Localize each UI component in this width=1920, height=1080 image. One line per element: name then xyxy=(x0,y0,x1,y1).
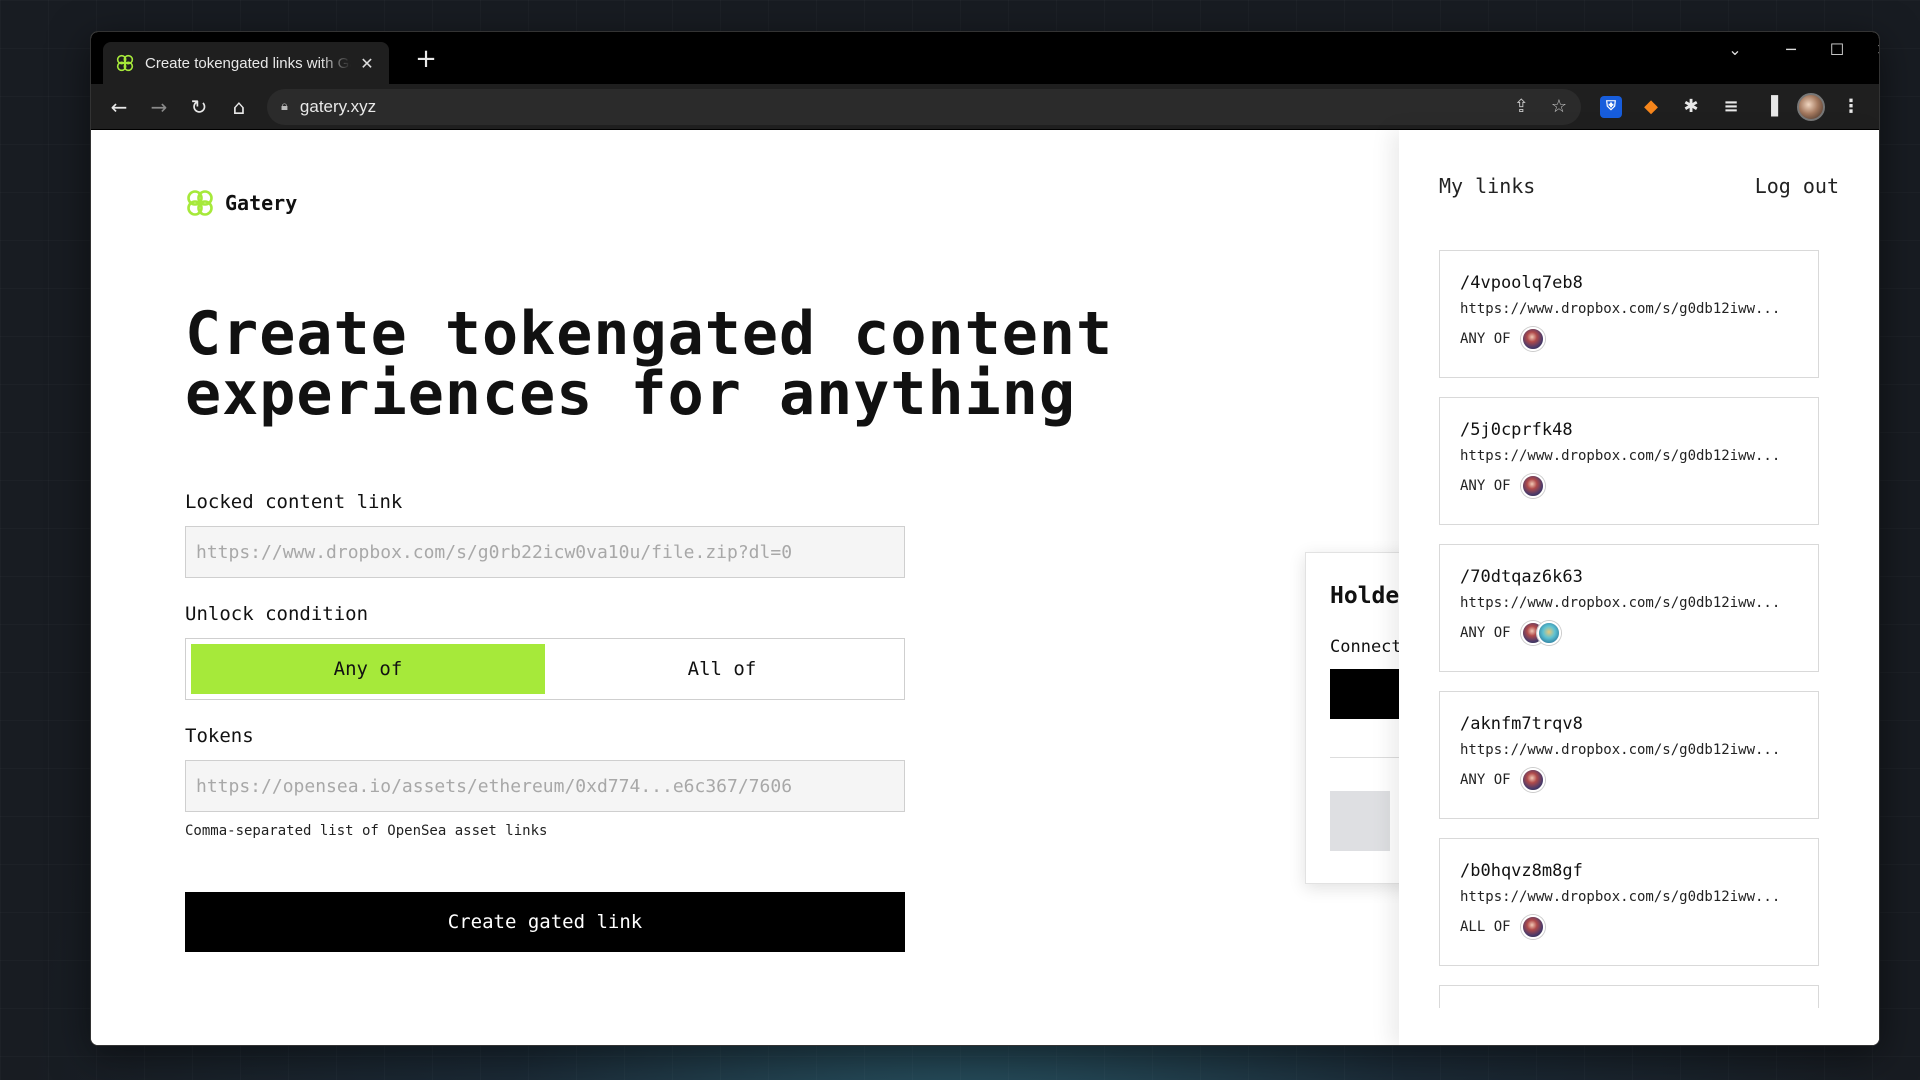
gatery-logo[interactable]: Gatery xyxy=(185,188,297,218)
link-slug: /b0hqvz8m8gf xyxy=(1460,861,1583,881)
link-slug: /70dtqaz6k63 xyxy=(1460,567,1583,587)
forward-arrow-icon[interactable]: → xyxy=(139,89,179,125)
condition-label: ANY OF xyxy=(1460,625,1511,641)
unlock-condition-label: Unlock condition xyxy=(185,603,369,625)
link-card-partial[interactable] xyxy=(1439,985,1819,1008)
token-avatar xyxy=(1520,768,1545,792)
tab-bar: Create tokengated links with Gatery ✕ + … xyxy=(91,32,1879,84)
condition-label: ANY OF xyxy=(1460,478,1511,494)
link-card[interactable]: /4vpoolq7eb8 https://www.dropbox.com/s/g… xyxy=(1439,250,1819,378)
logo-text: Gatery xyxy=(225,191,298,215)
link-condition: ALL OF xyxy=(1460,915,1798,939)
condition-label: ALL OF xyxy=(1460,919,1511,935)
condition-label: ANY OF xyxy=(1460,331,1511,347)
close-tab-icon[interactable]: ✕ xyxy=(357,54,377,73)
address-bar[interactable]: 🔒︎ gatery.xyz ⇪ ☆ xyxy=(267,88,1581,125)
tokens-input[interactable] xyxy=(185,760,905,812)
hero-heading: Create tokengated content experiences fo… xyxy=(185,304,1165,424)
gatery-logo-icon xyxy=(187,190,213,216)
side-panel-icon[interactable]: ▐ xyxy=(1751,89,1791,125)
close-window-icon[interactable]: ✕ xyxy=(1861,32,1879,68)
link-url: https://www.dropbox.com/s/g0db12iww... xyxy=(1460,742,1781,758)
link-url: https://www.dropbox.com/s/g0db12iww... xyxy=(1460,889,1781,905)
link-condition: ANY OF xyxy=(1460,768,1798,792)
url-text[interactable]: gatery.xyz xyxy=(300,97,1492,117)
logout-link[interactable]: Log out xyxy=(1755,174,1839,198)
unlock-condition-toggle: Any of All of xyxy=(185,638,905,700)
modal-subtitle: Connect xyxy=(1330,637,1402,657)
page-content: Gatery Create tokengated content experie… xyxy=(91,130,1879,1045)
tokens-label: Tokens xyxy=(185,725,254,747)
link-slug: /4vpoolq7eb8 xyxy=(1460,273,1583,293)
browser-window: Create tokengated links with Gatery ✕ + … xyxy=(90,31,1880,1046)
more-menu-icon[interactable]: ⋮ xyxy=(1831,89,1871,125)
locked-content-label: Locked content link xyxy=(185,491,403,513)
token-avatar xyxy=(1536,621,1561,645)
link-url: https://www.dropbox.com/s/g0db12iww... xyxy=(1460,595,1781,611)
token-avatar xyxy=(1520,474,1545,498)
metamask-extension-icon[interactable]: ◆ xyxy=(1631,89,1671,125)
link-url: https://www.dropbox.com/s/g0db12iww... xyxy=(1460,301,1781,317)
modal-title: Holde xyxy=(1330,583,1400,609)
link-url: https://www.dropbox.com/s/g0db12iww... xyxy=(1460,448,1781,464)
link-card[interactable]: /b0hqvz8m8gf https://www.dropbox.com/s/g… xyxy=(1439,838,1819,966)
lock-icon[interactable]: 🔒︎ xyxy=(281,99,288,114)
modal-wallet-icon[interactable] xyxy=(1330,791,1390,851)
share-icon[interactable]: ⇪ xyxy=(1514,96,1529,117)
bitwarden-extension-icon[interactable]: ⛨ xyxy=(1591,89,1631,125)
link-slug: /5j0cprfk48 xyxy=(1460,420,1573,440)
link-slug: /aknfm7trqv8 xyxy=(1460,714,1583,734)
link-condition: ANY OF xyxy=(1460,621,1798,645)
tab-title: Create tokengated links with Gatery xyxy=(145,54,351,72)
my-links-sidebar: My links Log out /4vpoolq7eb8 https://ww… xyxy=(1399,130,1879,1045)
home-icon[interactable]: ⌂ xyxy=(219,89,259,125)
locked-content-input[interactable] xyxy=(185,526,905,578)
link-condition: ANY OF xyxy=(1460,474,1798,498)
any-of-option[interactable]: Any of xyxy=(191,644,545,694)
links-list: /4vpoolq7eb8 https://www.dropbox.com/s/g… xyxy=(1439,250,1829,1008)
media-control-icon[interactable]: ≡ xyxy=(1711,89,1751,125)
token-avatar xyxy=(1520,915,1545,939)
reload-icon[interactable]: ↻ xyxy=(179,89,219,125)
browser-toolbar: ← → ↻ ⌂ 🔒︎ gatery.xyz ⇪ ☆ ⛨ ◆ ✱ ≡ ▐ ⋮ xyxy=(91,84,1879,130)
hero-line-1: Create tokengated content xyxy=(185,299,1114,369)
gatery-favicon-icon xyxy=(116,54,134,72)
profile-avatar[interactable] xyxy=(1791,89,1831,125)
bookmark-star-icon[interactable]: ☆ xyxy=(1551,96,1567,117)
back-arrow-icon[interactable]: ← xyxy=(99,89,139,125)
create-gated-link-button[interactable]: Create gated link xyxy=(185,892,905,952)
token-avatar xyxy=(1520,327,1545,351)
minimize-icon[interactable]: ─ xyxy=(1769,32,1813,68)
link-card[interactable]: /aknfm7trqv8 https://www.dropbox.com/s/g… xyxy=(1439,691,1819,819)
extensions-puzzle-icon[interactable]: ✱ xyxy=(1671,89,1711,125)
all-of-option[interactable]: All of xyxy=(545,644,899,694)
tab-search-icon[interactable]: ⌄ xyxy=(1713,32,1757,68)
condition-label: ANY OF xyxy=(1460,772,1511,788)
new-tab-button[interactable]: + xyxy=(411,44,441,74)
tokens-helper-text: Comma-separated list of OpenSea asset li… xyxy=(185,823,548,839)
link-card[interactable]: /70dtqaz6k63 https://www.dropbox.com/s/g… xyxy=(1439,544,1819,672)
sidebar-header: My links Log out xyxy=(1439,174,1839,198)
hero-line-2: experiences for anything xyxy=(185,359,1076,429)
my-links-heading[interactable]: My links xyxy=(1439,174,1535,198)
link-card[interactable]: /5j0cprfk48 https://www.dropbox.com/s/g0… xyxy=(1439,397,1819,525)
link-condition: ANY OF xyxy=(1460,327,1798,351)
maximize-icon[interactable]: ☐ xyxy=(1815,32,1859,68)
active-tab[interactable]: Create tokengated links with Gatery ✕ xyxy=(103,42,389,84)
